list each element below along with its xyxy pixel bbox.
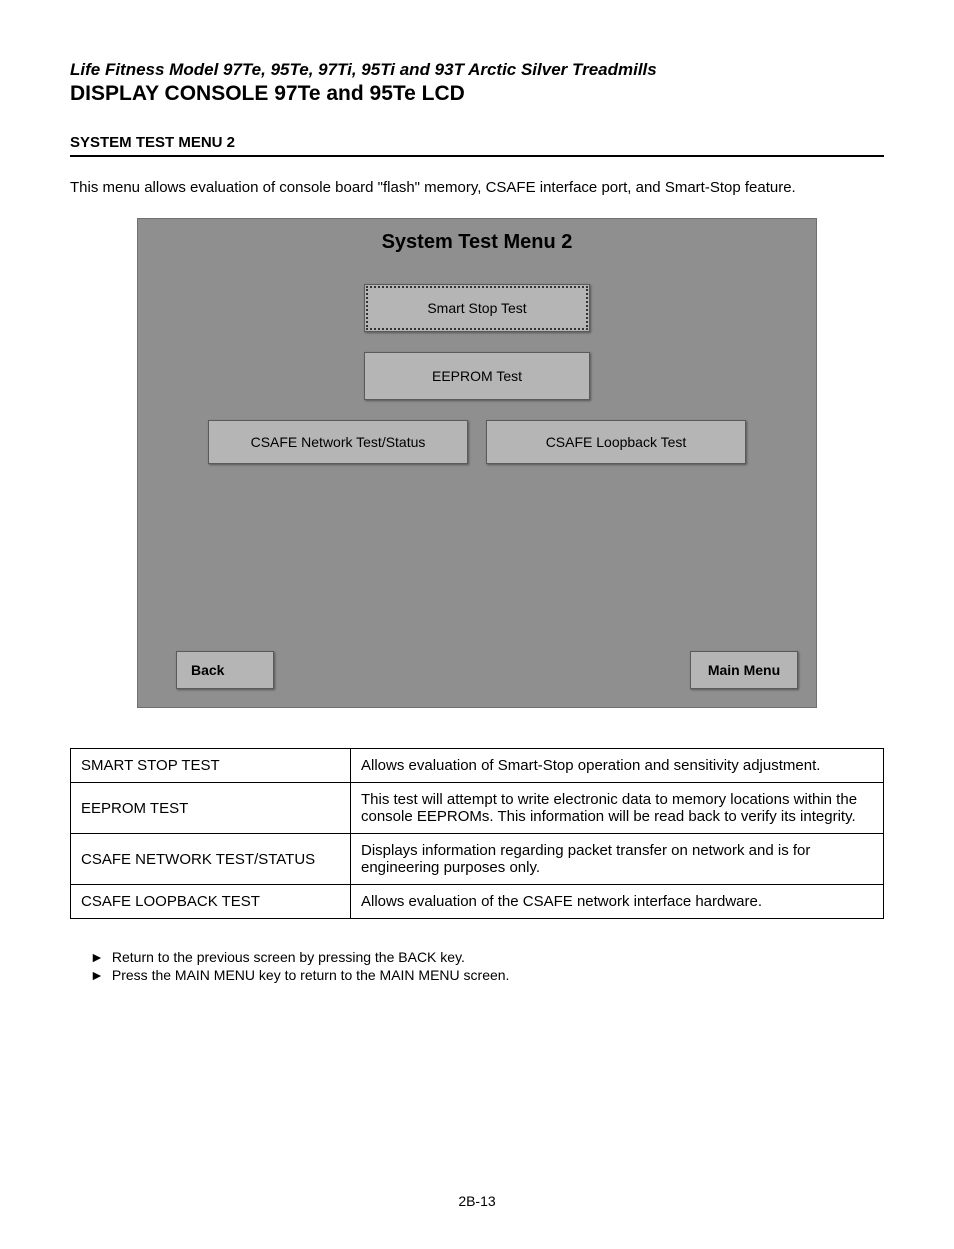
button-label: CSAFE Loopback Test bbox=[546, 434, 687, 450]
table-cell-label: CSAFE LOOPBACK TEST bbox=[71, 885, 351, 919]
csafe-network-test-button[interactable]: CSAFE Network Test/Status bbox=[208, 420, 468, 464]
header-title: DISPLAY CONSOLE 97Te and 95Te LCD bbox=[70, 82, 884, 106]
back-button[interactable]: Back bbox=[176, 651, 274, 689]
page-number: 2B-13 bbox=[70, 1193, 884, 1209]
table-row: EEPROM TEST This test will attempt to wr… bbox=[71, 783, 884, 834]
main-menu-button[interactable]: Main Menu bbox=[690, 651, 798, 689]
table-row: CSAFE LOOPBACK TEST Allows evaluation of… bbox=[71, 885, 884, 919]
description-table: SMART STOP TEST Allows evaluation of Sma… bbox=[70, 748, 884, 919]
arrow-icon: ► bbox=[90, 967, 108, 983]
table-cell-desc: This test will attempt to write electron… bbox=[351, 783, 884, 834]
table-row: SMART STOP TEST Allows evaluation of Sma… bbox=[71, 749, 884, 783]
table-cell-label: SMART STOP TEST bbox=[71, 749, 351, 783]
table-row: CSAFE NETWORK TEST/STATUS Displays infor… bbox=[71, 834, 884, 885]
table-cell-label: EEPROM TEST bbox=[71, 783, 351, 834]
button-label: Smart Stop Test bbox=[427, 300, 526, 316]
button-label: EEPROM Test bbox=[432, 368, 522, 384]
button-label: CSAFE Network Test/Status bbox=[251, 434, 426, 450]
button-row: CSAFE Network Test/Status CSAFE Loopback… bbox=[138, 420, 816, 464]
smart-stop-test-button[interactable]: Smart Stop Test bbox=[364, 284, 590, 332]
table-cell-desc: Displays information regarding packet tr… bbox=[351, 834, 884, 885]
arrow-icon: ► bbox=[90, 949, 108, 965]
button-label: Main Menu bbox=[708, 662, 780, 678]
table-cell-label: CSAFE NETWORK TEST/STATUS bbox=[71, 834, 351, 885]
button-label: Back bbox=[191, 662, 224, 678]
table-cell-desc: Allows evaluation of the CSAFE network i… bbox=[351, 885, 884, 919]
note-text: Return to the previous screen by pressin… bbox=[112, 949, 465, 965]
notes-list: ► Return to the previous screen by press… bbox=[70, 949, 884, 983]
note-item: ► Press the MAIN MENU key to return to t… bbox=[90, 967, 884, 983]
header-subtitle: Life Fitness Model 97Te, 95Te, 97Ti, 95T… bbox=[70, 60, 884, 80]
console-screen: System Test Menu 2 Smart Stop Test EEPRO… bbox=[137, 218, 817, 708]
csafe-loopback-test-button[interactable]: CSAFE Loopback Test bbox=[486, 420, 746, 464]
note-item: ► Return to the previous screen by press… bbox=[90, 949, 884, 965]
console-title: System Test Menu 2 bbox=[138, 231, 816, 254]
eeprom-test-button[interactable]: EEPROM Test bbox=[364, 352, 590, 400]
section-heading: SYSTEM TEST MENU 2 bbox=[70, 134, 884, 157]
intro-text: This menu allows evaluation of console b… bbox=[70, 179, 884, 196]
note-text: Press the MAIN MENU key to return to the… bbox=[112, 967, 510, 983]
table-cell-desc: Allows evaluation of Smart-Stop operatio… bbox=[351, 749, 884, 783]
